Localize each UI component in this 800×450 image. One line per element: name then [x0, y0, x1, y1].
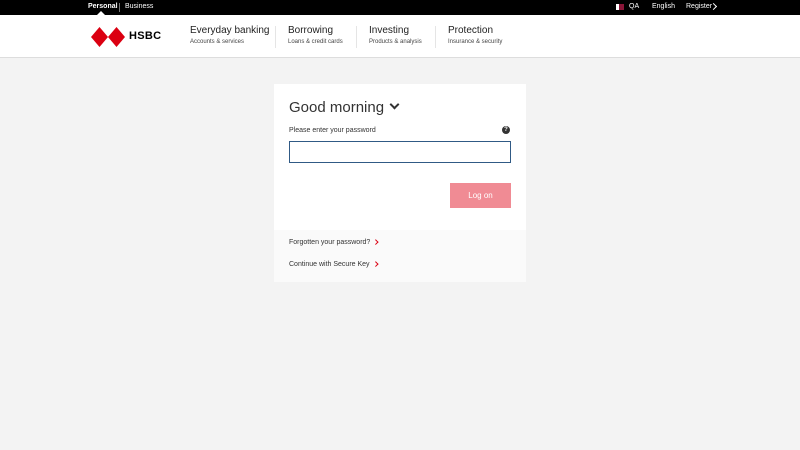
nav-title: Everyday banking: [190, 25, 270, 36]
log-on-button[interactable]: Log on: [450, 183, 511, 208]
login-card: Good morning Please enter your password …: [274, 84, 526, 282]
link-text: Continue with Secure Key: [289, 261, 370, 268]
nav-investing[interactable]: Investing Products & analysis: [369, 25, 422, 51]
logo-text: HSBC: [129, 30, 162, 42]
main-header: HSBC Everyday banking Accounts & service…: [0, 15, 800, 58]
forgot-password-link[interactable]: Forgotten your password?: [289, 238, 379, 246]
chevron-down-icon[interactable]: [389, 99, 400, 110]
password-label: Please enter your password: [289, 127, 376, 134]
nav-separator: [356, 26, 357, 48]
secure-key-link[interactable]: Continue with Secure Key: [289, 260, 378, 268]
nav-borrowing[interactable]: Borrowing Loans & credit cards: [288, 25, 343, 51]
chevron-right-icon: [373, 238, 379, 244]
help-icon[interactable]: ?: [502, 126, 510, 134]
country-selector[interactable]: QA: [629, 0, 639, 15]
nav-everyday-banking[interactable]: Everyday banking Accounts & services: [190, 25, 270, 51]
language-selector[interactable]: English: [652, 0, 675, 15]
qatar-flag-icon[interactable]: [616, 4, 624, 10]
segment-divider: [119, 3, 120, 12]
nav-protection[interactable]: Protection Insurance & security: [448, 25, 502, 51]
hsbc-logo[interactable]: HSBC: [91, 27, 163, 47]
nav-subtitle: Insurance & security: [448, 39, 503, 45]
nav-subtitle: Loans & credit cards: [288, 39, 343, 45]
chevron-right-icon: [372, 260, 378, 266]
hsbc-hexagon-icon: [91, 27, 125, 47]
nav-title: Borrowing: [288, 25, 334, 36]
nav-separator: [435, 26, 436, 48]
nav-separator: [275, 26, 276, 48]
greeting-title: Good morning: [289, 99, 385, 116]
password-input[interactable]: [289, 141, 511, 163]
register-link[interactable]: Register: [686, 0, 712, 15]
top-bar: Personal Business QA English Register: [0, 0, 800, 15]
nav-title: Investing: [369, 25, 410, 36]
link-text: Forgotten your password?: [289, 239, 371, 246]
nav-title: Protection: [448, 25, 494, 36]
segment-business-link[interactable]: Business: [125, 0, 153, 15]
card-links-section: [274, 230, 526, 282]
nav-subtitle: Accounts & services: [190, 39, 245, 45]
nav-subtitle: Products & analysis: [369, 39, 422, 45]
